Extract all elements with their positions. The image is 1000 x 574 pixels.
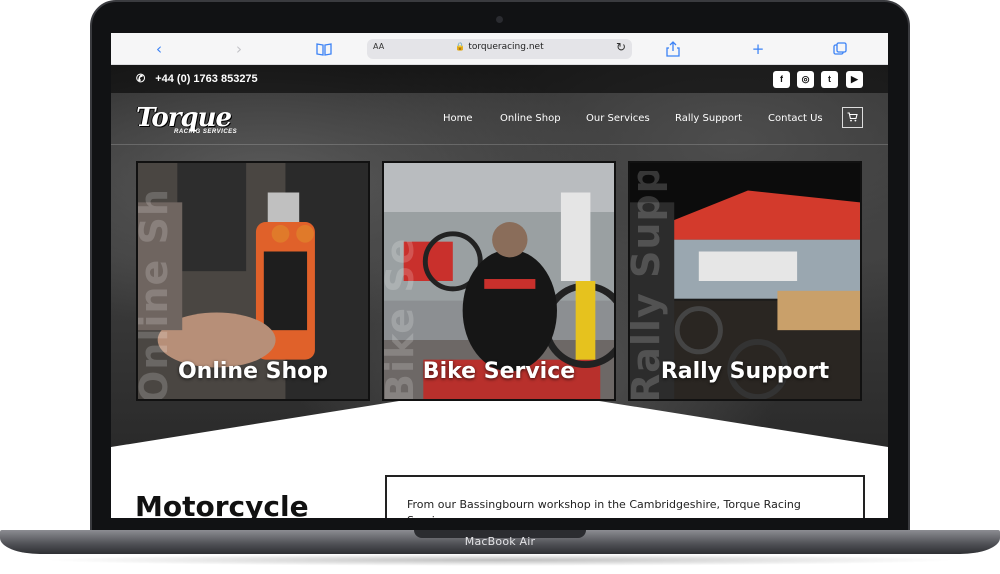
- main-navbar: Torque RACING SERVICES Home Online Shop …: [111, 93, 888, 145]
- online-shop-title: Online Shop: [177, 359, 329, 384]
- top-contact-bar: ✆ +44 (0) 1763 853275 f ◎ t ▶: [111, 65, 888, 93]
- laptop-shadow: [40, 554, 960, 566]
- card-rally-support[interactable]: Rally Supp Rally Support: [628, 161, 862, 401]
- lock-icon: 🔒: [455, 42, 466, 51]
- share-icon[interactable]: [663, 39, 683, 59]
- phone-number: +44 (0) 1763 853275: [155, 73, 258, 85]
- site-logo[interactable]: Torque RACING SERVICES: [136, 103, 288, 137]
- bike-service-title: Bike Service: [422, 359, 576, 384]
- plus-icon[interactable]: +: [748, 39, 768, 59]
- rally-support-title: Rally Support: [660, 359, 830, 384]
- chevron-left-icon[interactable]: ‹: [149, 39, 169, 59]
- youtube-icon[interactable]: ▶: [846, 71, 863, 88]
- camera-icon: [496, 16, 503, 23]
- cart-icon[interactable]: [842, 107, 863, 128]
- book-icon[interactable]: [314, 39, 334, 59]
- phone-icon: ✆: [136, 73, 146, 85]
- nav-item-online-shop[interactable]: Online Shop: [500, 113, 561, 124]
- nav-item-our-services[interactable]: Our Services: [586, 113, 650, 124]
- facebook-icon[interactable]: f: [773, 71, 790, 88]
- website: ✆ +44 (0) 1763 853275 f ◎ t ▶ Torque RACI…: [111, 65, 888, 518]
- card-online-shop[interactable]: Online Sh Online Shop: [136, 161, 370, 401]
- twitter-icon[interactable]: t: [821, 71, 838, 88]
- intro-text: From our Bassingbourn workshop in the Ca…: [407, 498, 801, 518]
- reload-icon[interactable]: ↻: [616, 40, 626, 54]
- tabs-icon[interactable]: [830, 39, 850, 59]
- instagram-icon[interactable]: ◎: [797, 71, 814, 88]
- nav-item-contact-us[interactable]: Contact Us: [768, 113, 823, 124]
- intro-box: From our Bassingbourn workshop in the Ca…: [385, 475, 865, 518]
- nav-item-rally-support[interactable]: Rally Support: [675, 113, 742, 124]
- card-bike-service[interactable]: Bike Se Bike Service: [382, 161, 616, 401]
- browser-screen: ‹ › AA 🔒 torqueracing.net ↻ + ✆ +44 (0) 17…: [111, 33, 888, 518]
- logo-subtitle: RACING SERVICES: [174, 129, 238, 135]
- address-bar[interactable]: AA 🔒 torqueracing.net ↻: [367, 39, 632, 59]
- url-text: torqueracing.net: [468, 42, 544, 52]
- browser-toolbar: ‹ › AA 🔒 torqueracing.net ↻ +: [111, 33, 888, 65]
- device-label: MacBook Air: [464, 535, 536, 548]
- section-heading: Motorcycle: [135, 490, 309, 518]
- nav-item-home[interactable]: Home: [443, 113, 473, 124]
- chevron-right-icon[interactable]: ›: [229, 39, 249, 59]
- phone-link[interactable]: ✆ +44 (0) 1763 853275: [136, 72, 258, 85]
